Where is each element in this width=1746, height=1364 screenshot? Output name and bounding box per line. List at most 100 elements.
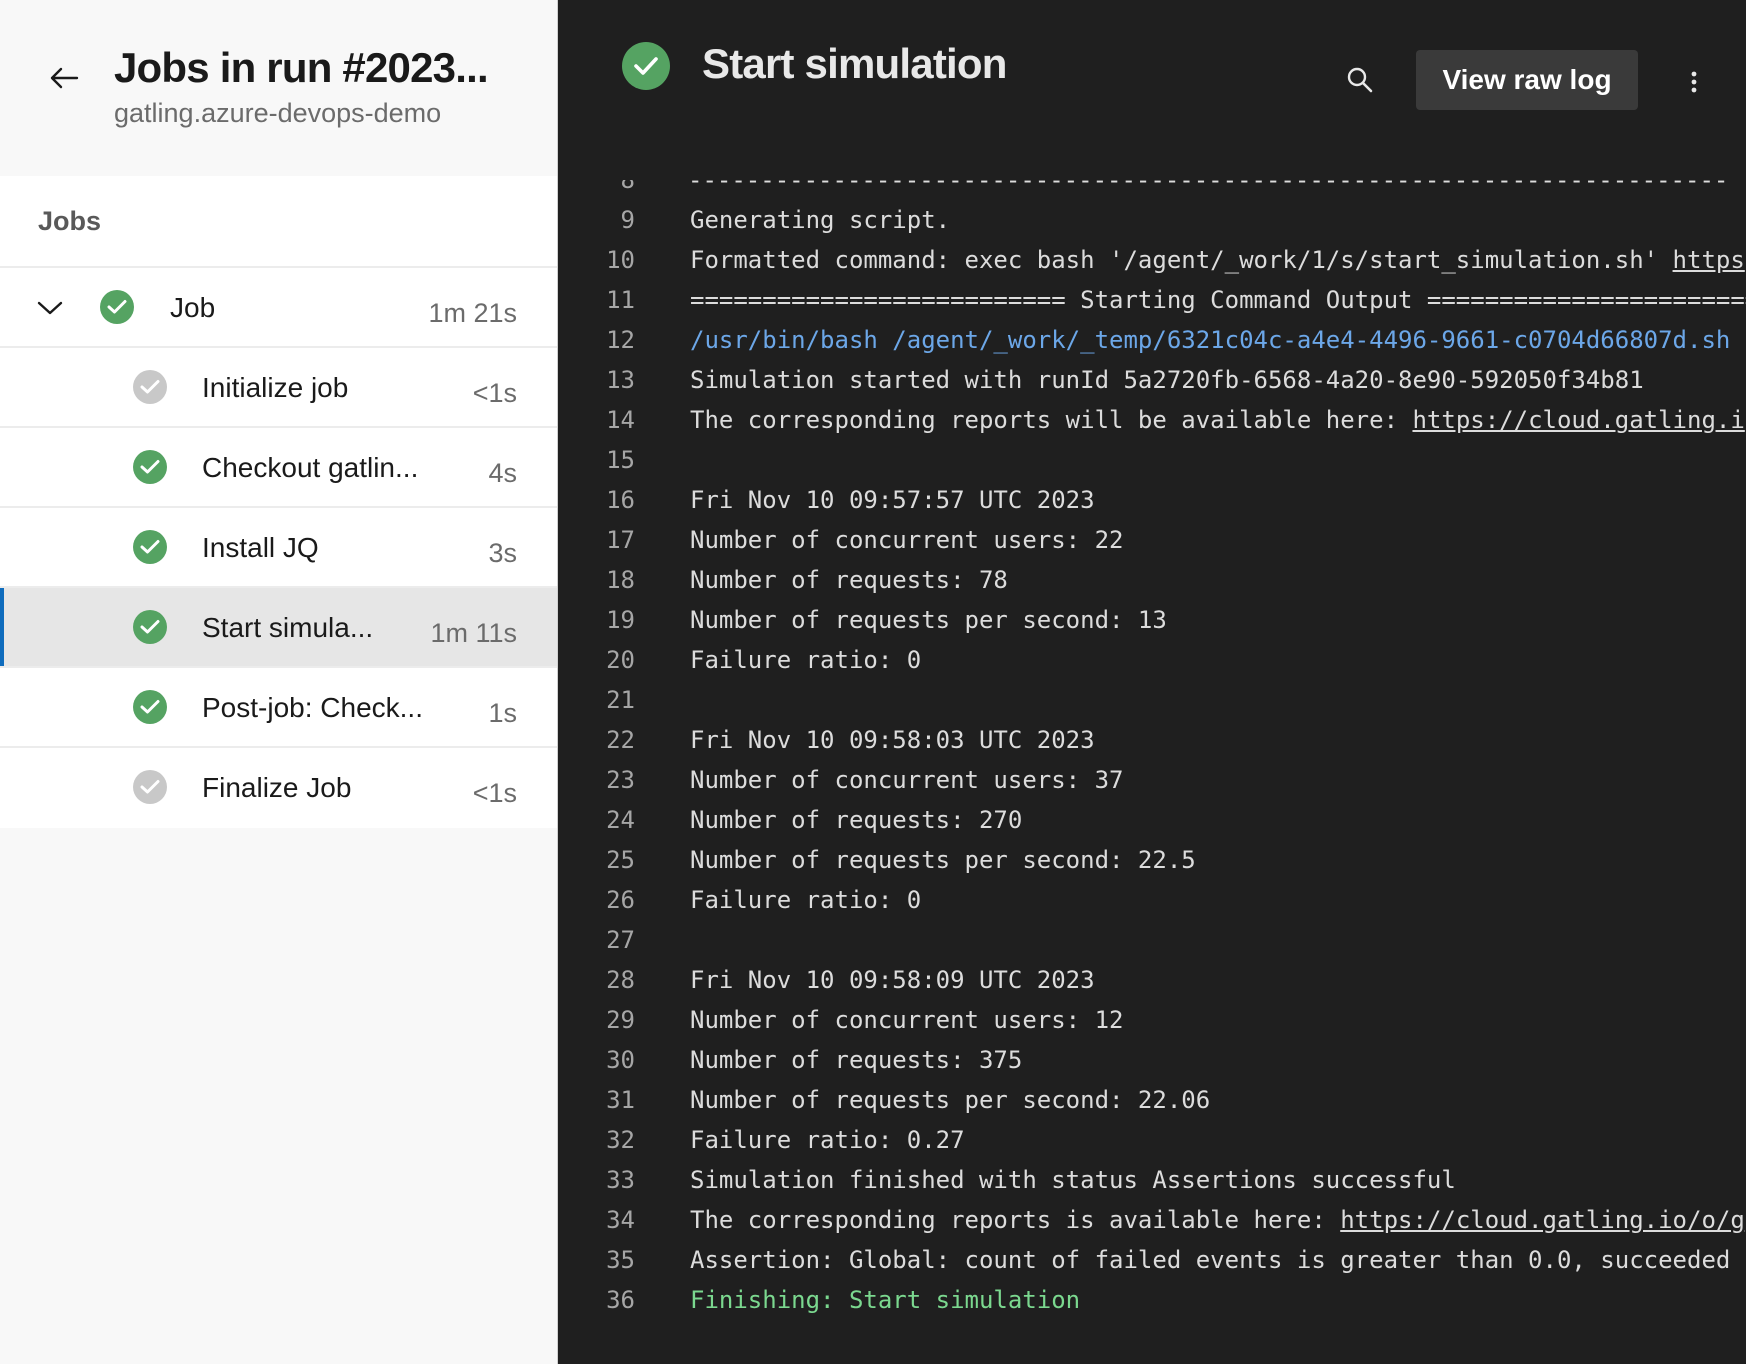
log-output[interactable]: 8 --------------------------------------…	[558, 180, 1746, 1364]
step-row-checkout[interactable]: Checkout gatlin... 4s	[0, 428, 557, 508]
log-line-text: Fri Nov 10 09:57:57 UTC 2023	[690, 486, 1095, 514]
log-line: 25 Number of requests per second: 22.5	[558, 842, 1746, 882]
log-line: 16 Fri Nov 10 09:57:57 UTC 2023	[558, 482, 1746, 522]
step-label: Checkout gatlin...	[202, 452, 419, 483]
log-text-segment: Formatted command: exec bash '/agent/_wo…	[690, 246, 1673, 274]
log-line-number: 13	[606, 366, 635, 394]
log-line-text: The corresponding reports will be availa…	[690, 406, 1745, 434]
step-row-post-job[interactable]: Post-job: Check... 1s	[0, 668, 557, 748]
job-row[interactable]: Job 1m 21s	[0, 268, 557, 348]
log-line: 31 Number of requests per second: 22.06	[558, 1082, 1746, 1122]
log-line-number: 10	[606, 246, 635, 274]
log-line-number: 18	[606, 566, 635, 594]
log-line: 33 Simulation finished with status Assert…	[558, 1162, 1746, 1202]
jobs-sidebar: Jobs in run #2023... gatling.azure-devop…	[0, 0, 558, 1364]
log-line: 10 Formatted command: exec bash '/agent/_…	[558, 242, 1746, 282]
step-label: Finalize Job	[202, 772, 352, 803]
success-check-icon	[622, 42, 670, 90]
log-line: 23 Number of concurrent users: 37	[558, 762, 1746, 802]
log-line-number: 20	[606, 646, 635, 674]
log-line-number: 19	[606, 606, 635, 634]
sidebar-header: Jobs in run #2023... gatling.azure-devop…	[0, 0, 557, 176]
log-line-text: Number of requests per second: 22.06	[690, 1086, 1210, 1114]
log-line-text: Number of requests: 270	[690, 806, 1022, 834]
log-link[interactable]: https://cloud.gatling.io/o/g	[1340, 1206, 1745, 1234]
log-line-number: 28	[606, 966, 635, 994]
log-line-number: 11	[606, 286, 635, 314]
log-line-number: 35	[606, 1246, 635, 1274]
log-text-segment: Number of requests: 270	[690, 806, 1023, 834]
log-line-text: Number of concurrent users: 22	[690, 526, 1123, 554]
job-label: Job	[170, 292, 216, 323]
log-line: 26 Failure ratio: 0	[558, 882, 1746, 922]
log-text-segment: Fri Nov 10 09:57:57 UTC 2023	[690, 486, 1095, 514]
log-text-segment: ========================== Starting Comm…	[690, 286, 1746, 314]
step-duration: 1m 11s	[430, 618, 517, 648]
step-row-finalize-job[interactable]: Finalize Job <1s	[0, 748, 557, 828]
log-link[interactable]: https://cloud.gatling.i	[1412, 406, 1744, 434]
log-line: 28 Fri Nov 10 09:58:09 UTC 2023	[558, 962, 1746, 1002]
log-text-segment: Number of requests per second: 22.5	[690, 846, 1196, 874]
log-text-segment: Fri Nov 10 09:58:09 UTC 2023	[690, 966, 1095, 994]
search-button[interactable]	[1346, 66, 1386, 106]
step-title: Start simulation	[702, 40, 1007, 87]
log-text-segment: Simulation started with runId 5a2720fb-6…	[690, 366, 1644, 394]
log-text-segment: Number of requests: 78	[690, 566, 1008, 594]
log-text-segment: Fri Nov 10 09:58:03 UTC 2023	[690, 726, 1095, 754]
more-vertical-icon	[1691, 71, 1697, 93]
job-duration: 1m 21s	[428, 298, 517, 328]
step-label: Post-job: Check...	[202, 692, 423, 723]
log-line-number: 34	[606, 1206, 635, 1234]
log-line-text: /usr/bin/bash /agent/_work/_temp/6321c04…	[690, 326, 1730, 354]
search-icon	[1347, 67, 1373, 93]
log-line-text: Fri Nov 10 09:58:03 UTC 2023	[690, 726, 1095, 754]
arrow-left-icon	[50, 67, 79, 89]
step-row-initialize-job[interactable]: Initialize job <1s	[0, 348, 557, 428]
log-line: 34 The corresponding reports is available…	[558, 1202, 1746, 1242]
back-button[interactable]	[44, 58, 84, 98]
log-text-segment: Failure ratio: 0	[690, 886, 922, 914]
page-subtitle: gatling.azure-devops-demo	[114, 98, 442, 128]
log-line-number: 26	[606, 886, 635, 914]
log-line: 13 Simulation started with runId 5a2720fb…	[558, 362, 1746, 402]
log-line-text: Failure ratio: 0.27	[690, 1126, 965, 1154]
step-duration: 4s	[488, 458, 517, 488]
log-line: 14 The corresponding reports will be avai…	[558, 402, 1746, 442]
log-line-text: Number of concurrent users: 37	[690, 766, 1123, 794]
log-line: 12/usr/bin/bash /agent/_work/_temp/6321c…	[558, 322, 1746, 362]
log-line-number: 22	[606, 726, 635, 754]
log-line-number: 9	[620, 206, 635, 234]
log-line-text: ========================== Starting Comm…	[690, 286, 1746, 314]
success-check-icon	[133, 690, 167, 724]
log-line-number: 23	[606, 766, 635, 794]
chevron-down-icon[interactable]	[34, 292, 66, 324]
log-line-number: 32	[606, 1126, 635, 1154]
log-line-number: 30	[606, 1046, 635, 1074]
log-line-number: 33	[606, 1166, 635, 1194]
log-text-segment: The corresponding reports will be availa…	[690, 406, 1413, 434]
log-text-segment: Number of requests per second: 13	[690, 606, 1167, 634]
jobs-list: Jobs Job 1m 21s Initialize job <1s Check…	[0, 176, 557, 828]
log-line-text: Failure ratio: 0	[690, 646, 921, 674]
log-line-number: 31	[606, 1086, 635, 1114]
step-duration: <1s	[472, 778, 517, 808]
log-line: 21	[558, 682, 1746, 722]
step-row-install-jq[interactable]: Install JQ 3s	[0, 508, 557, 588]
log-link[interactable]: https	[1673, 246, 1745, 274]
log-line-number: 24	[606, 806, 635, 834]
step-row-start-simulation[interactable]: Start simula... 1m 11s	[0, 588, 557, 668]
more-options-button[interactable]	[1678, 62, 1710, 102]
log-text-segment: Number of concurrent users: 12	[690, 1006, 1124, 1034]
log-line: 9 Generating script.	[558, 202, 1746, 242]
log-line-text: Number of requests: 375	[690, 1046, 1022, 1074]
log-line: 18 Number of requests: 78	[558, 562, 1746, 602]
skipped-check-icon	[133, 370, 167, 404]
page-title: Jobs in run #2023...	[114, 44, 489, 91]
view-raw-log-button[interactable]: View raw log	[1416, 50, 1638, 110]
log-line: 20 Failure ratio: 0	[558, 642, 1746, 682]
log-line-number: 27	[606, 926, 635, 954]
log-text-segment: Number of requests: 375	[690, 1046, 1023, 1074]
step-duration: <1s	[472, 378, 517, 408]
log-line: 24 Number of requests: 270	[558, 802, 1746, 842]
log-text-segment: Number of requests per second: 22.06	[690, 1086, 1211, 1114]
